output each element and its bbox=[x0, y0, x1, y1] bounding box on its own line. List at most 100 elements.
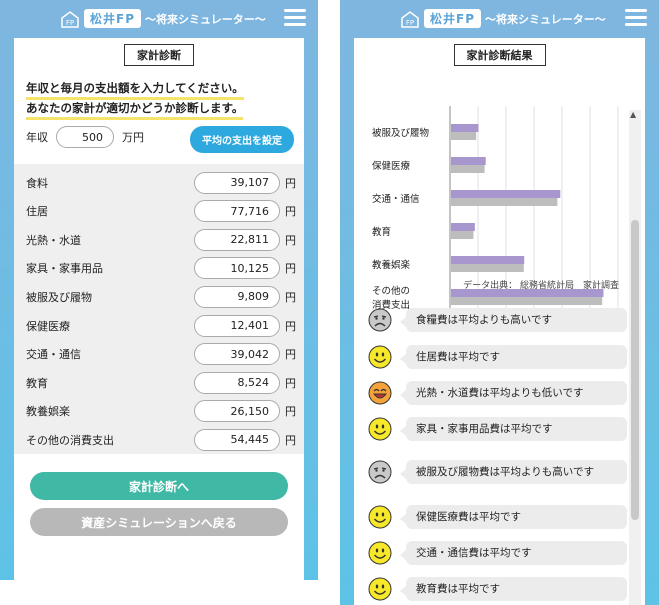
expense-unit: 円 bbox=[285, 290, 296, 304]
category-label: 教育 bbox=[372, 226, 391, 238]
expense-row: 教養娯楽 26,150 円 bbox=[14, 397, 304, 426]
expense-row: 住居 77,716 円 bbox=[14, 197, 304, 226]
expense-input[interactable]: 26,150 bbox=[194, 400, 280, 423]
expense-chart: 被服及び履物 保健医療 交通・通信 教育 教養娯楽 その他の 消費支出 bbox=[354, 76, 631, 312]
scroll-thumb[interactable] bbox=[631, 220, 639, 520]
bar bbox=[451, 198, 558, 206]
income-input[interactable]: 500 bbox=[56, 126, 114, 148]
bar bbox=[451, 165, 485, 173]
set-average-button[interactable]: 平均の支出を設定 bbox=[190, 126, 294, 153]
income-label: 年収 bbox=[26, 131, 48, 144]
expense-input[interactable]: 9,809 bbox=[194, 285, 280, 308]
expense-unit: 円 bbox=[285, 262, 296, 276]
smile-face-icon bbox=[368, 577, 392, 601]
brand-name: 松井FP bbox=[424, 9, 481, 28]
brand[interactable]: FP 松井FP 〜将来シミュレーター〜 bbox=[400, 9, 606, 28]
result-message: 保健医療費は平均です bbox=[400, 505, 627, 529]
back-to-simulation-button[interactable]: 資産シミュレーションへ戻る bbox=[30, 508, 288, 536]
result-message: 家具・家事用品費は平均です bbox=[400, 417, 627, 441]
category-label: その他の bbox=[372, 285, 410, 297]
smile-face-icon bbox=[368, 345, 392, 369]
expense-label: 住居 bbox=[26, 205, 48, 219]
expense-row: 教育 8,524 円 bbox=[14, 368, 304, 397]
result-message: 住居費は平均です bbox=[400, 345, 627, 369]
expense-label: 家具・家事用品 bbox=[26, 262, 103, 276]
house-logo-icon: FP bbox=[61, 10, 79, 28]
intro-line-1: 年収と毎月の支出額を入力してください。 bbox=[26, 80, 244, 100]
expense-label: 食料 bbox=[26, 176, 48, 190]
expense-input[interactable]: 10,125 bbox=[194, 257, 280, 280]
result-message: 交通・通信費は平均です bbox=[400, 541, 627, 565]
result-item: 保健医療費は平均です bbox=[368, 503, 627, 531]
result-item: 家具・家事用品費は平均です bbox=[368, 415, 627, 443]
brand-subtitle: 〜将来シミュレーター〜 bbox=[145, 12, 266, 26]
expense-label: 教養娯楽 bbox=[26, 405, 70, 419]
category-label: 教養娯楽 bbox=[372, 259, 411, 271]
smile-face-icon bbox=[368, 505, 392, 529]
category-label: 保健医療 bbox=[372, 160, 411, 172]
hamburger-menu-icon[interactable] bbox=[625, 9, 647, 27]
expense-row: 被服及び履物 9,809 円 bbox=[14, 282, 304, 311]
income-row: 年収 500 万円 bbox=[26, 126, 144, 148]
bar bbox=[451, 190, 561, 198]
bar bbox=[451, 231, 474, 239]
diagnose-button[interactable]: 家計診断へ bbox=[30, 472, 288, 500]
result-panel: 家計診断結果 被服及び履物 保健医療 交通・通信 教育 教養娯楽 その他の 消費支出 データ… bbox=[354, 38, 645, 605]
laugh-face-icon bbox=[368, 381, 392, 405]
expense-input[interactable]: 22,811 bbox=[194, 228, 280, 251]
scrollbar[interactable]: ▲ ▼ bbox=[629, 110, 641, 605]
intro-text: 年収と毎月の支出額を入力してください。 あなたの家計が適切かどうか診断します。 bbox=[26, 80, 244, 120]
input-screen: FP 松井FP 〜将来シミュレーター〜 家計診断 年収と毎月の支出額を入力してく… bbox=[0, 0, 318, 580]
result-message: 教育費は平均です bbox=[400, 577, 627, 601]
expense-unit: 円 bbox=[285, 348, 296, 362]
expense-unit: 円 bbox=[285, 405, 296, 419]
category-label: 被服及び履物 bbox=[372, 127, 430, 139]
expense-input[interactable]: 77,716 bbox=[194, 200, 280, 223]
smile-face-icon bbox=[368, 541, 392, 565]
expense-label: その他の消費支出 bbox=[26, 433, 114, 447]
brand-name: 松井FP bbox=[84, 9, 141, 28]
expense-label: 交通・通信 bbox=[26, 348, 81, 362]
expense-row: 光熱・水道 22,811 円 bbox=[14, 225, 304, 254]
sad-face-icon bbox=[368, 308, 392, 332]
expense-unit: 円 bbox=[285, 376, 296, 390]
bar bbox=[451, 157, 486, 165]
expense-label: 光熱・水道 bbox=[26, 233, 81, 247]
svg-text:FP: FP bbox=[406, 19, 414, 27]
result-message: 食糧費は平均よりも高いです bbox=[400, 308, 627, 332]
intro-line-2: あなたの家計が適切かどうか診断します。 bbox=[26, 100, 244, 120]
expense-row: 家具・家事用品 10,125 円 bbox=[14, 254, 304, 283]
expense-row: 交通・通信 39,042 円 bbox=[14, 340, 304, 369]
page-title: 家計診断 bbox=[124, 44, 194, 66]
expense-row: 保健医療 12,401 円 bbox=[14, 311, 304, 340]
brand-subtitle: 〜将来シミュレーター〜 bbox=[485, 12, 606, 26]
expense-row: その他の消費支出 54,445 円 bbox=[14, 425, 304, 454]
expense-list: 食料 39,107 円住居 77,716 円光熱・水道 22,811 円家具・家事用品 10,… bbox=[14, 164, 304, 454]
smile-face-icon bbox=[368, 417, 392, 441]
expense-unit: 円 bbox=[285, 319, 296, 333]
bar bbox=[451, 223, 475, 231]
expense-unit: 円 bbox=[285, 233, 296, 247]
brand[interactable]: FP 松井FP 〜将来シミュレーター〜 bbox=[60, 9, 266, 28]
expense-label: 教育 bbox=[26, 376, 48, 390]
bar bbox=[451, 256, 525, 264]
result-message: 被服及び履物費は平均よりも高いです bbox=[400, 460, 627, 484]
category-label: 交通・通信 bbox=[372, 193, 420, 205]
expense-input[interactable]: 39,042 bbox=[194, 343, 280, 366]
result-message: 光熱・水道費は平均よりも低いです bbox=[400, 381, 627, 405]
bar bbox=[451, 264, 524, 272]
expense-input[interactable]: 54,445 bbox=[194, 428, 280, 451]
result-item: 教育費は平均です bbox=[368, 575, 627, 603]
expense-input[interactable]: 8,524 bbox=[194, 371, 280, 394]
sad-face-icon bbox=[368, 460, 392, 484]
hamburger-menu-icon[interactable] bbox=[284, 9, 306, 27]
expense-unit: 円 bbox=[285, 433, 296, 447]
header: FP 松井FP 〜将来シミュレーター〜 bbox=[340, 0, 659, 38]
result-item: 食糧費は平均よりも高いです bbox=[368, 306, 627, 334]
result-item: 住居費は平均です bbox=[368, 343, 627, 371]
expense-input[interactable]: 12,401 bbox=[194, 314, 280, 337]
expense-input[interactable]: 39,107 bbox=[194, 171, 280, 194]
bar bbox=[451, 124, 479, 132]
result-item: 交通・通信費は平均です bbox=[368, 539, 627, 567]
scroll-up-icon[interactable]: ▲ bbox=[630, 110, 636, 119]
